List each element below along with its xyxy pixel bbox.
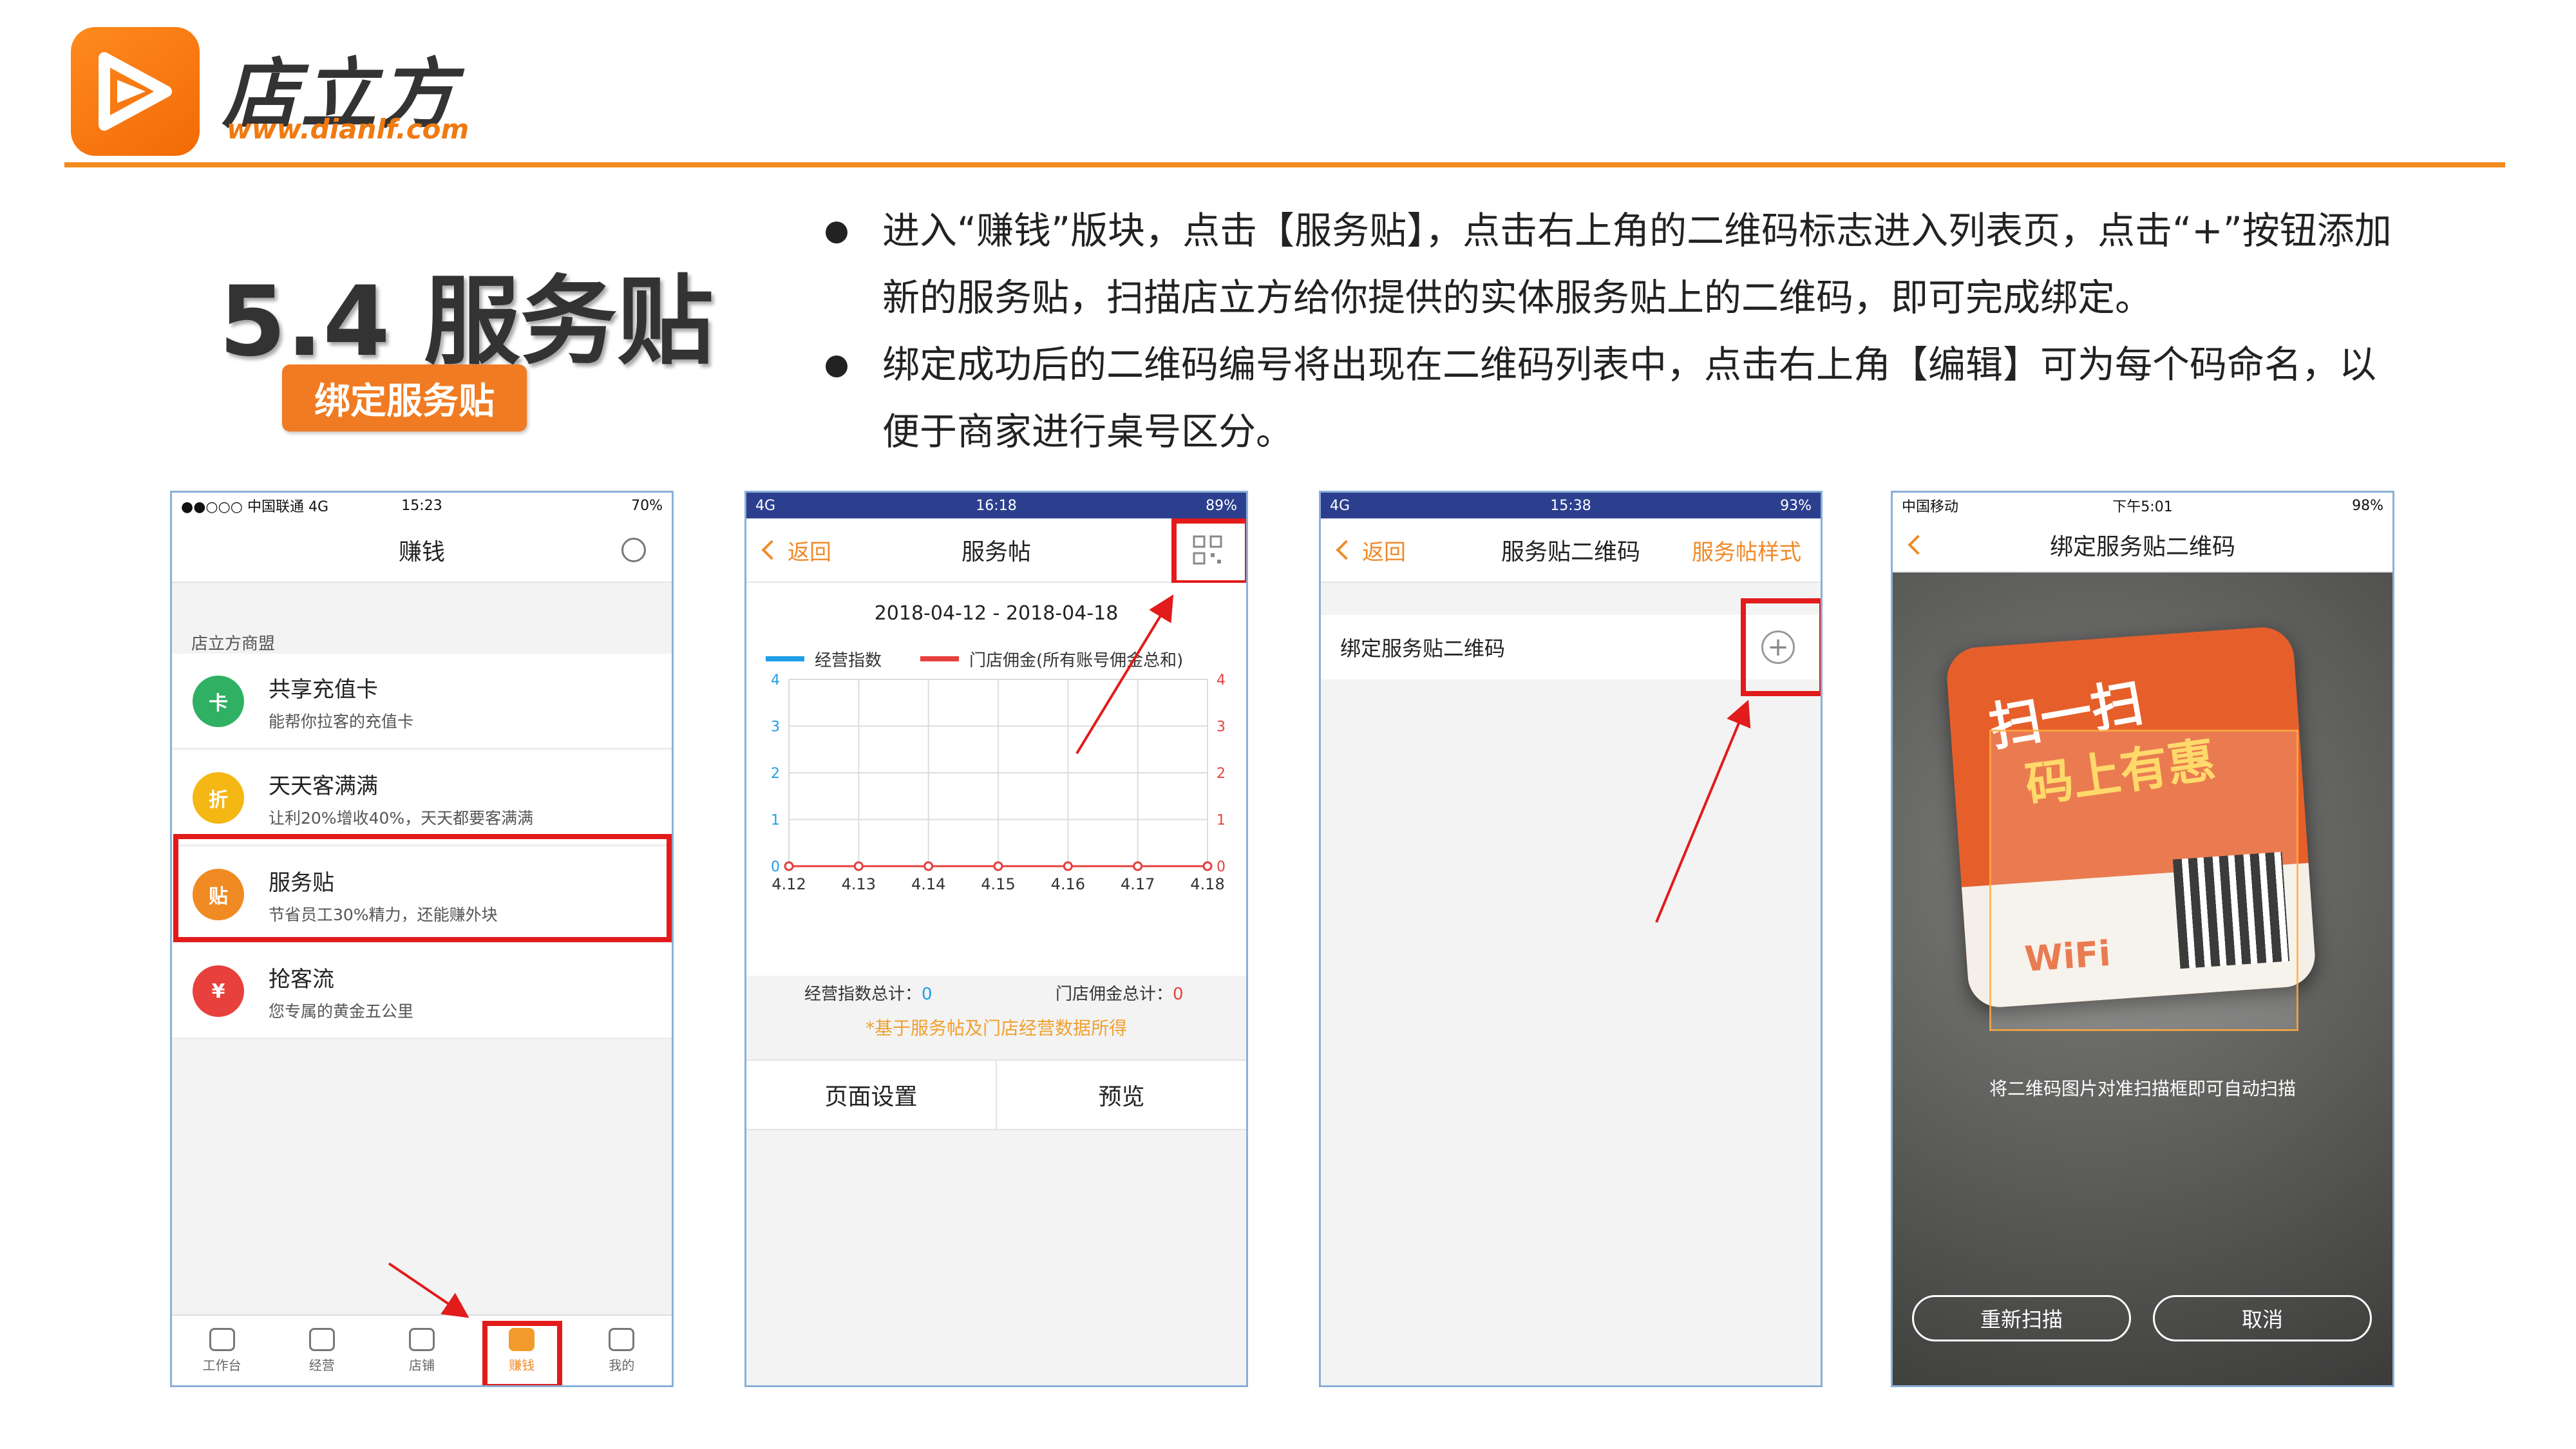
arrow-to-earn-tab	[388, 1262, 469, 1318]
arrow-to-qr-icon	[1075, 594, 1174, 755]
arrow-to-add-button	[1655, 699, 1751, 923]
annotation-arrows	[388, 594, 1751, 1318]
